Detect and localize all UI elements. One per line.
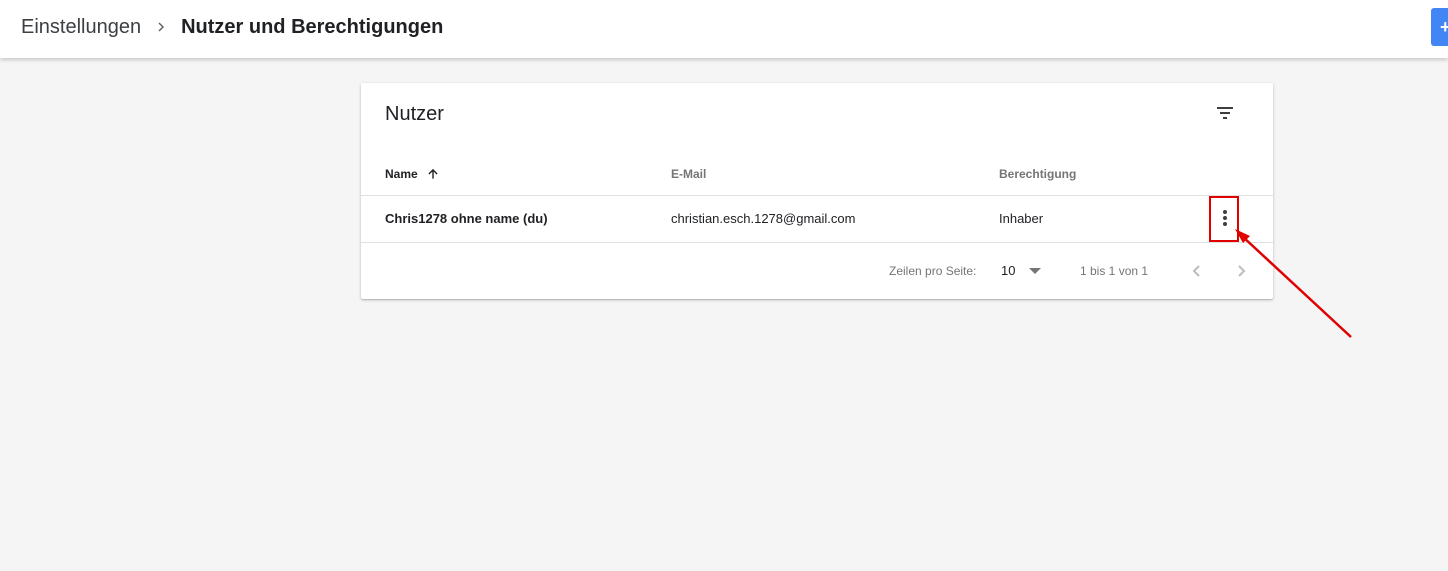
table-header: Name E-Mail Berechtigung bbox=[361, 149, 1273, 196]
breadcrumb: Einstellungen Nutzer und Berechtigungen bbox=[21, 15, 443, 39]
pagination-bar: Zeilen pro Seite: 10 1 bis 1 von 1 bbox=[361, 243, 1273, 299]
top-app-bar: Einstellungen Nutzer und Berechtigungen … bbox=[0, 0, 1448, 58]
card-title: Nutzer bbox=[385, 103, 444, 125]
annotation-highlight-box bbox=[1209, 196, 1239, 242]
chevron-right-icon[interactable] bbox=[1229, 259, 1253, 283]
column-header-permission[interactable]: Berechtigung bbox=[999, 167, 1076, 181]
page-range-label: 1 bis 1 von 1 bbox=[1080, 264, 1149, 278]
breadcrumb-settings-link[interactable]: Einstellungen bbox=[21, 16, 141, 39]
add-user-button[interactable]: + bbox=[1431, 8, 1448, 46]
chevron-left-icon[interactable] bbox=[1185, 259, 1209, 283]
cell-name: Chris1278 ohne name (du) bbox=[385, 211, 548, 226]
page-title: Nutzer und Berechtigungen bbox=[181, 15, 444, 38]
rows-per-page-label: Zeilen pro Seite: bbox=[889, 264, 977, 278]
filter-list-icon[interactable] bbox=[1213, 101, 1237, 125]
table-row: Chris1278 ohne name (du) christian.esch.… bbox=[361, 195, 1273, 243]
cell-permission: Inhaber bbox=[999, 211, 1044, 226]
arrow-drop-down-icon bbox=[1029, 267, 1042, 275]
rows-per-page-select[interactable]: 10 bbox=[1001, 263, 1042, 278]
users-card: Nutzer Name E-Mail Berechtigung Chris127… bbox=[361, 83, 1273, 299]
chevron-right-icon bbox=[141, 19, 181, 35]
column-header-name-label: Name bbox=[385, 167, 418, 181]
column-header-name[interactable]: Name bbox=[385, 167, 440, 181]
cell-email: christian.esch.1278@gmail.com bbox=[671, 211, 856, 226]
rows-per-page-value: 10 bbox=[1001, 263, 1016, 278]
arrow-upward-icon[interactable] bbox=[426, 167, 440, 181]
column-header-email[interactable]: E-Mail bbox=[671, 167, 706, 181]
